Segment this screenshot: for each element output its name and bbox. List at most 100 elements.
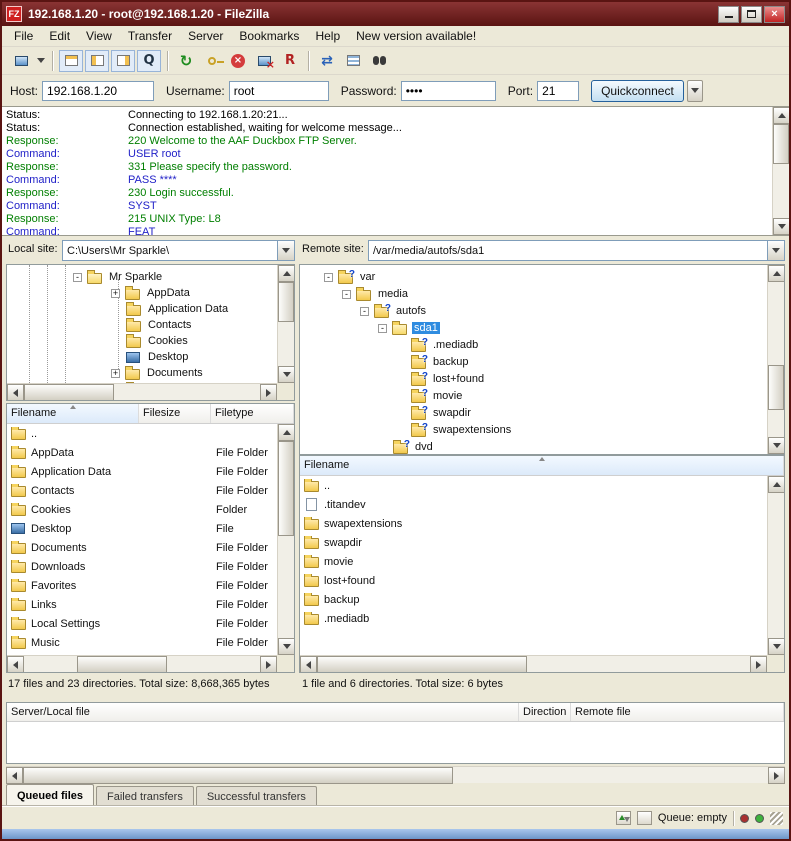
close-button[interactable]: × — [764, 6, 785, 23]
column-header-filesize[interactable]: Filesize — [139, 404, 211, 423]
file-row[interactable]: DocumentsFile Folder — [7, 538, 277, 557]
local-tree-hscrollbar[interactable] — [7, 383, 277, 400]
tree-item-backup[interactable]: backup — [396, 354, 470, 370]
file-row[interactable]: Local SettingsFile Folder — [7, 614, 277, 633]
column-header-remote-file[interactable]: Remote file — [571, 703, 784, 721]
titlebar[interactable]: FZ 192.168.1.20 - root@192.168.1.20 - Fi… — [2, 2, 789, 26]
reconnect-button[interactable] — [278, 50, 302, 72]
local-tree-vscrollbar[interactable] — [277, 265, 294, 383]
menu-new-version[interactable]: New version available! — [348, 27, 484, 45]
tree-item-mr-sparkle[interactable]: Mr Sparkle — [73, 269, 164, 285]
file-row[interactable]: swapextensions — [300, 514, 767, 533]
collapse-icon[interactable] — [324, 273, 333, 282]
collapse-icon[interactable] — [378, 324, 387, 333]
combo-dropdown-button[interactable] — [767, 241, 784, 260]
site-manager-button[interactable] — [9, 50, 33, 72]
file-row[interactable]: DownloadsFile Folder — [7, 557, 277, 576]
find-files-button[interactable] — [367, 50, 391, 72]
local-list-vscrollbar[interactable] — [277, 424, 294, 655]
scrollbar-thumb[interactable] — [278, 282, 294, 322]
column-header-filename[interactable]: Filename — [7, 404, 139, 423]
file-row[interactable]: FavoritesFile Folder — [7, 576, 277, 595]
file-row[interactable]: LinksFile Folder — [7, 595, 277, 614]
queue-hscrollbar[interactable] — [6, 766, 785, 783]
tree-item-dvd[interactable]: dvd — [378, 439, 435, 455]
remote-tree-vscrollbar[interactable] — [767, 265, 784, 454]
combo-dropdown-button[interactable] — [277, 241, 294, 260]
tree-item-contacts[interactable]: Contacts — [111, 317, 193, 333]
remote-list-hscrollbar[interactable] — [300, 655, 767, 672]
toggle-local-tree-button[interactable] — [85, 50, 109, 72]
directory-comparison-button[interactable] — [315, 50, 339, 72]
refresh-button[interactable] — [174, 50, 198, 72]
menu-help[interactable]: Help — [307, 27, 348, 45]
column-header-server-local-file[interactable]: Server/Local file — [7, 703, 519, 721]
speed-limits-icon[interactable] — [616, 811, 631, 825]
maximize-button[interactable] — [741, 6, 762, 23]
tree-item-mediadb[interactable]: .mediadb — [396, 337, 480, 353]
tree-item-appdata[interactable]: AppData — [111, 285, 192, 301]
scrollbar-thumb[interactable] — [278, 441, 294, 536]
expand-icon[interactable] — [111, 289, 120, 298]
tree-item-movie[interactable]: movie — [396, 388, 464, 404]
local-site-combo[interactable]: C:\Users\Mr Sparkle\ — [62, 240, 295, 261]
menu-file[interactable]: File — [6, 27, 41, 45]
toggle-remote-tree-button[interactable] — [111, 50, 135, 72]
tab-failed-transfers[interactable]: Failed transfers — [96, 786, 194, 806]
file-row[interactable]: .titandev — [300, 495, 767, 514]
tree-item-desktop[interactable]: Desktop — [111, 349, 190, 365]
process-queue-button[interactable] — [200, 50, 224, 72]
synchronized-browsing-button[interactable] — [341, 50, 365, 72]
tree-item-autofs[interactable]: autofs — [360, 303, 428, 319]
tree-item-cookies[interactable]: Cookies — [111, 333, 190, 349]
file-row[interactable]: MusicFile Folder — [7, 633, 277, 652]
file-row[interactable]: backup — [300, 590, 767, 609]
file-row[interactable]: .mediadb — [300, 609, 767, 628]
local-list-hscrollbar[interactable] — [7, 655, 277, 672]
collapse-icon[interactable] — [73, 273, 82, 282]
site-manager-dropdown[interactable] — [34, 50, 47, 72]
tree-item-lost-found[interactable]: lost+found — [396, 371, 486, 387]
disconnect-button[interactable]: × — [252, 50, 276, 72]
scrollbar-thumb[interactable] — [768, 365, 784, 410]
tree-item-media[interactable]: media — [342, 286, 410, 302]
scrollbar-thumb[interactable] — [77, 656, 167, 673]
expand-icon[interactable] — [111, 369, 120, 378]
quickconnect-button[interactable]: Quickconnect — [591, 80, 684, 102]
tree-item-application-data[interactable]: Application Data — [111, 301, 230, 317]
menu-server[interactable]: Server — [180, 27, 231, 45]
file-row[interactable]: lost+found — [300, 571, 767, 590]
port-input[interactable] — [537, 81, 579, 101]
toggle-queue-button[interactable] — [137, 50, 161, 72]
column-header-filename[interactable]: Filename — [300, 456, 784, 475]
menu-bookmarks[interactable]: Bookmarks — [231, 27, 307, 45]
column-header-filetype[interactable]: Filetype — [211, 404, 294, 423]
tree-item-sda1[interactable]: sda1 — [378, 320, 440, 336]
menu-view[interactable]: View — [78, 27, 120, 45]
resize-grip[interactable] — [770, 812, 783, 825]
file-row[interactable]: swapdir — [300, 533, 767, 552]
collapse-icon[interactable] — [342, 290, 351, 299]
file-row[interactable]: Application DataFile Folder — [7, 462, 277, 481]
log-scrollbar[interactable] — [772, 107, 789, 235]
minimize-button[interactable] — [718, 6, 739, 23]
host-input[interactable] — [42, 81, 154, 101]
scrollbar-thumb[interactable] — [24, 384, 114, 401]
cancel-button[interactable] — [226, 50, 250, 72]
scrollbar-thumb[interactable] — [317, 656, 527, 673]
scrollbar-thumb[interactable] — [23, 767, 453, 784]
file-row[interactable]: DesktopFile — [7, 519, 277, 538]
tree-item-swapdir[interactable]: swapdir — [396, 405, 473, 421]
quickconnect-dropdown[interactable] — [687, 80, 703, 102]
encryption-icon[interactable] — [637, 811, 652, 825]
file-row[interactable]: CookiesFolder — [7, 500, 277, 519]
remote-site-combo[interactable]: /var/media/autofs/sda1 — [368, 240, 785, 261]
column-header-direction[interactable]: Direction — [519, 703, 571, 721]
tab-queued-files[interactable]: Queued files — [6, 784, 94, 806]
file-row[interactable]: .. — [7, 424, 277, 443]
tree-item-documents[interactable]: Documents — [111, 365, 205, 381]
menu-transfer[interactable]: Transfer — [120, 27, 180, 45]
tree-item-swapextensions[interactable]: swapextensions — [396, 422, 513, 438]
tree-item-var[interactable]: var — [324, 269, 377, 285]
scrollbar-thumb[interactable] — [773, 124, 789, 164]
